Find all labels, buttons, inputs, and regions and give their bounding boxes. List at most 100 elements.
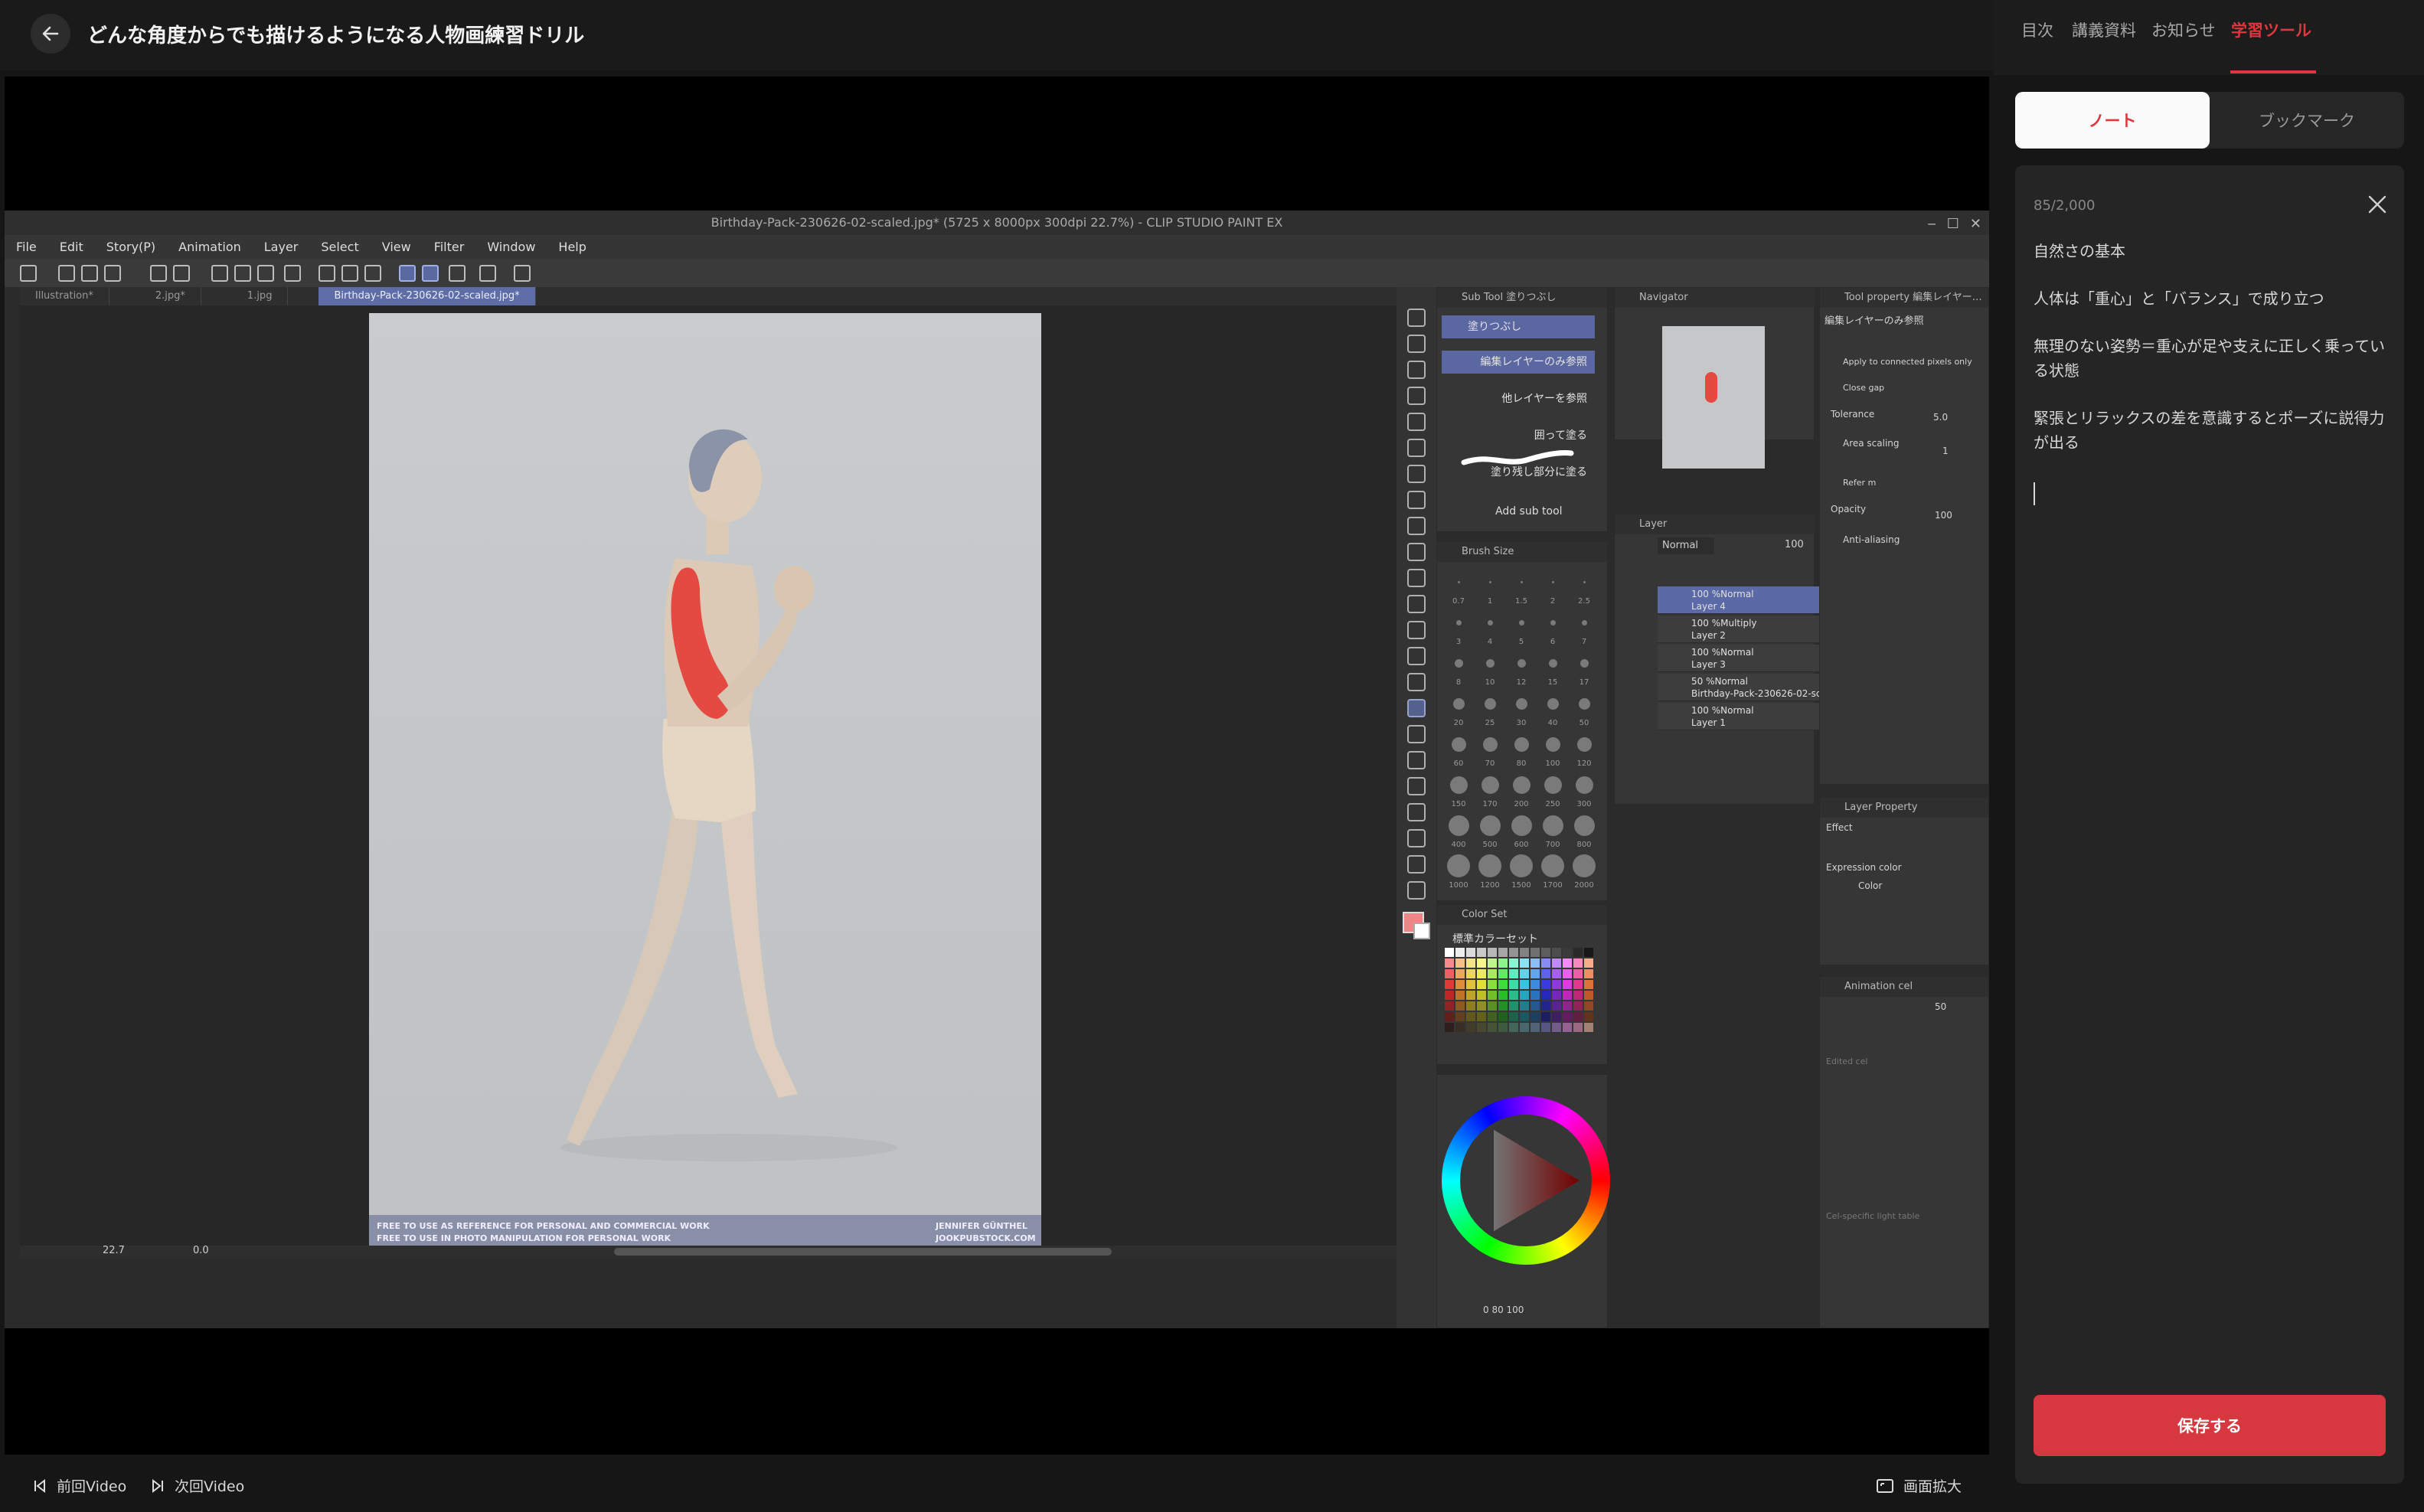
- next-video-button[interactable]: 次回Video: [150, 1475, 244, 1496]
- tab-announcements[interactable]: お知らせ: [2151, 18, 2216, 41]
- color-swatch: [1584, 1023, 1593, 1032]
- color-swatch: [1573, 1001, 1583, 1011]
- animation-cel-value: 50: [1935, 1001, 1947, 1012]
- color-swatch: [1541, 948, 1550, 957]
- animation-cel-panel: Animation cel 50 Edited cel Cel-specific…: [1819, 976, 1989, 1328]
- fullscreen-button[interactable]: 画面拡大: [1876, 1475, 1962, 1496]
- menu-edit: Edit: [59, 240, 83, 254]
- tab-contents[interactable]: 目次: [2021, 18, 2053, 41]
- color-swatch: [1584, 1001, 1593, 1011]
- video-player[interactable]: Birthday-Pack-230626-02-scaled.jpg* (572…: [5, 77, 1989, 1455]
- navigator-panel: Navigator: [1614, 287, 1815, 469]
- subtool-item: 編集レイヤーのみ参照: [1442, 351, 1595, 374]
- color-wheel-panel: 0 80 100: [1436, 1074, 1610, 1328]
- brush-size-dot: [1454, 658, 1463, 668]
- toolbar-icon: [20, 265, 37, 282]
- back-button[interactable]: [31, 14, 70, 54]
- app-toolbar: [5, 260, 1989, 287]
- player-footer: 前回Video 次回Video 画面拡大: [0, 1458, 1994, 1512]
- brush-size-dot: [1545, 736, 1560, 752]
- color-swatch: [1573, 969, 1583, 978]
- brush-size-label: 20: [1453, 719, 1464, 727]
- toolbar-icon: [514, 265, 531, 282]
- text-tool-icon: [1407, 829, 1426, 847]
- subtool-item: 塗り残し部分に塗る: [1491, 466, 1587, 478]
- prev-video-button[interactable]: 前回Video: [32, 1475, 126, 1496]
- color-swatch: [1466, 948, 1475, 957]
- color-swatch: [1445, 969, 1454, 978]
- color-swatch: [1563, 958, 1572, 968]
- color-swatch: [1541, 1001, 1550, 1011]
- color-swatch: [1445, 948, 1454, 957]
- figure-shorts: [662, 715, 756, 822]
- apply-connected-label: Apply to connected pixels only: [1843, 357, 1972, 367]
- color-swatch: [1573, 1023, 1583, 1032]
- color-swatch: [1455, 1023, 1465, 1032]
- brush-size-dot: [1583, 580, 1586, 583]
- layer-opacity: 100: [1785, 539, 1804, 550]
- layer-row: 100 %Normal Layer 4: [1658, 586, 1844, 614]
- color-swatch: [1509, 1001, 1518, 1011]
- area-scaling-label: Area scaling: [1843, 438, 1900, 449]
- tab-learning-tools[interactable]: 学習ツール: [2231, 18, 2311, 41]
- figure-illustration: [560, 429, 897, 1161]
- color-swatch: [1455, 948, 1465, 957]
- brush-size-dot: [1488, 580, 1491, 583]
- color-swatch: [1573, 980, 1583, 989]
- brush-size-dot: [1485, 658, 1495, 668]
- brush-size-label: 30: [1516, 719, 1527, 727]
- color-swatch: [1488, 969, 1497, 978]
- color-swatch: [1552, 969, 1561, 978]
- color-swatch: [1552, 1012, 1561, 1021]
- fill-tool-icon: [1407, 699, 1426, 717]
- tab-materials[interactable]: 講義資料: [2072, 18, 2136, 41]
- brush-size-dot: [1484, 697, 1496, 710]
- color-swatch: [1445, 1023, 1454, 1032]
- brush-size-label: 2: [1550, 597, 1556, 606]
- move-tool-icon: [1407, 387, 1426, 405]
- note-close-button[interactable]: [2364, 191, 2390, 217]
- panel-header: Color Set: [1437, 905, 1607, 925]
- color-swatch: [1445, 958, 1454, 968]
- color-swatch: [1552, 958, 1561, 968]
- note-bookmark-toggle: ノート ブックマーク: [2015, 92, 2404, 149]
- color-swatch: [1509, 958, 1518, 968]
- photo-credit: JENNIFER GÜNTHEL: [936, 1221, 1027, 1231]
- correct-line-icon: [1407, 881, 1426, 900]
- color-swatch: [1552, 1023, 1561, 1032]
- color-swatch: [1498, 1023, 1508, 1032]
- toolbar-icon: [479, 265, 496, 282]
- course-title: どんな角度からでも描けるようになる人物画練習ドリル: [87, 24, 585, 47]
- menu-animation: Animation: [178, 240, 241, 254]
- color-swatch: [1455, 969, 1465, 978]
- color-swatch: [1584, 948, 1593, 957]
- color-swatch: [1477, 1001, 1486, 1011]
- layer-panel: Layer Normal 100 100 %Normal Layer 4 100 …: [1614, 514, 1844, 805]
- bookmark-tab-button[interactable]: ブックマーク: [2210, 92, 2404, 149]
- ruler-tool-icon: [1407, 803, 1426, 821]
- note-editor[interactable]: 85/2,000 自然さの基本 人体は「重心」と「バランス」で成り立つ 無理のな…: [2015, 165, 2404, 1484]
- brush-size-dot: [1580, 658, 1589, 668]
- color-swatch: [1498, 980, 1508, 989]
- opacity-value: 100: [1935, 510, 1952, 521]
- color-swatch: [1509, 948, 1518, 957]
- canvas-angle-value: 0.0: [193, 1245, 209, 1256]
- color-swatch: [1455, 991, 1465, 1000]
- brush-size-dot: [1449, 776, 1468, 794]
- brush-tool-icon: [1407, 543, 1426, 561]
- color-swatch: [1477, 1023, 1486, 1032]
- brush-size-dot: [1479, 815, 1501, 836]
- save-note-button[interactable]: 保存する: [2034, 1395, 2386, 1456]
- note-tab-button[interactable]: ノート: [2015, 92, 2210, 149]
- brush-size-dot: [1581, 619, 1587, 625]
- color-swatch: [1563, 1001, 1572, 1011]
- edited-cel-label: Edited cel: [1826, 1056, 1868, 1066]
- color-swatch: [1563, 1012, 1572, 1021]
- airbrush-tool-icon: [1407, 569, 1426, 587]
- lasso-tool-icon: [1407, 413, 1426, 431]
- tool-property-title: 編集レイヤーのみ参照: [1825, 315, 1924, 327]
- open-file-icon: [81, 265, 98, 282]
- color-swatch: [1552, 1001, 1561, 1011]
- panel-header: Navigator: [1615, 288, 1814, 308]
- hand-tool-icon: [1407, 335, 1426, 353]
